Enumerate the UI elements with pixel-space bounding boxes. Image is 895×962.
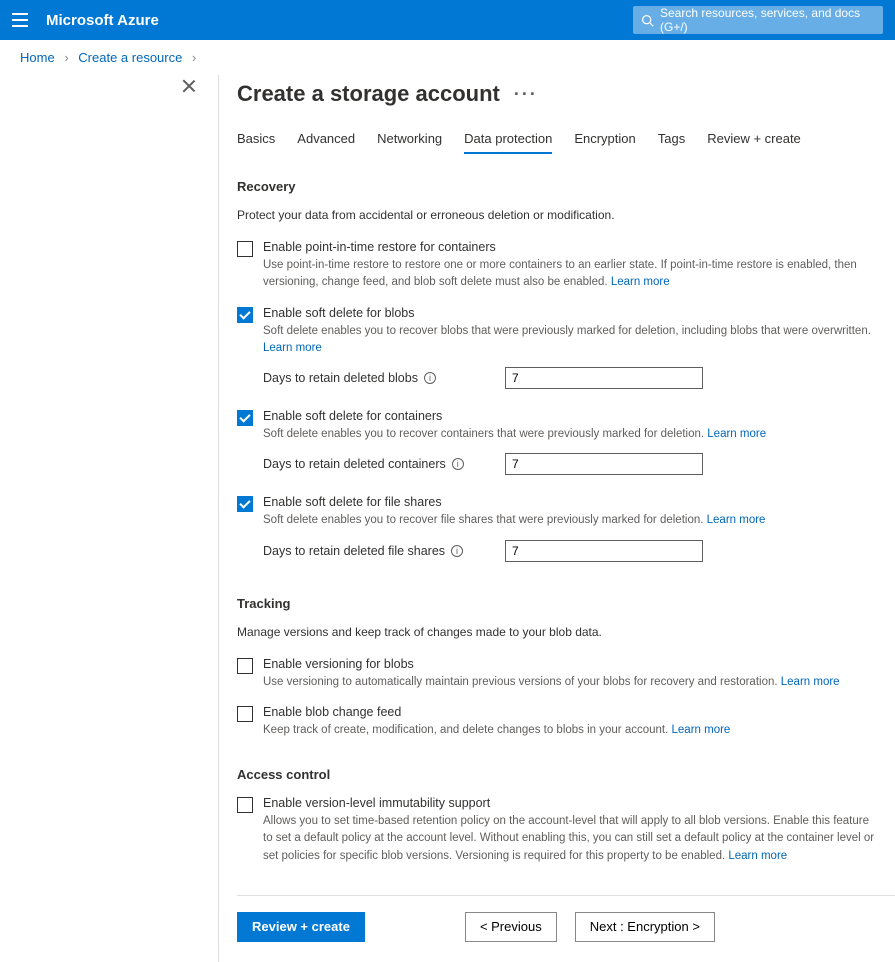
search-input[interactable]: Search resources, services, and docs (G+… (633, 6, 883, 34)
previous-button[interactable]: < Previous (465, 912, 557, 942)
menu-icon[interactable] (12, 13, 28, 27)
blade: Create a storage account ··· Basics Adva… (218, 75, 895, 962)
chevron-right-icon: › (64, 50, 68, 65)
tabs: Basics Advanced Networking Data protecti… (237, 125, 895, 155)
search-icon (641, 14, 654, 27)
section-heading-recovery: Recovery (237, 179, 895, 194)
section-intro-recovery: Protect your data from accidental or err… (237, 208, 895, 222)
option-desc: Soft delete enables you to recover file … (263, 512, 875, 529)
option-desc: Allows you to set time-based retention p… (263, 813, 875, 865)
section-intro-tracking: Manage versions and keep track of change… (237, 625, 895, 639)
option-desc: Soft delete enables you to recover conta… (263, 426, 875, 443)
option-title: Enable soft delete for file shares (263, 495, 875, 509)
checkbox-soft-delete-fileshares[interactable] (237, 496, 253, 512)
option-immutability: Enable version-level immutability suppor… (237, 796, 895, 865)
more-icon[interactable]: ··· (514, 84, 538, 105)
checkbox-soft-delete-blobs[interactable] (237, 307, 253, 323)
checkbox-immutability[interactable] (237, 797, 253, 813)
top-bar: Microsoft Azure Search resources, servic… (0, 0, 895, 40)
section-heading-access: Access control (237, 767, 895, 782)
checkbox-pitr[interactable] (237, 241, 253, 257)
chevron-right-icon: › (192, 50, 196, 65)
field-label: Days to retain deleted file shares (263, 544, 445, 558)
info-icon[interactable]: i (451, 545, 463, 557)
review-create-button[interactable]: Review + create (237, 912, 365, 942)
search-placeholder: Search resources, services, and docs (G+… (660, 6, 875, 34)
option-soft-delete-fileshares: Enable soft delete for file shares Soft … (237, 495, 895, 567)
field-label: Days to retain deleted containers (263, 457, 446, 471)
option-title: Enable version-level immutability suppor… (263, 796, 875, 810)
option-soft-delete-containers: Enable soft delete for containers Soft d… (237, 409, 895, 481)
learn-more-link[interactable]: Learn more (707, 514, 766, 526)
tab-networking[interactable]: Networking (377, 125, 442, 154)
days-retain-blobs-input[interactable] (505, 367, 703, 389)
option-versioning: Enable versioning for blobs Use versioni… (237, 657, 895, 691)
info-icon[interactable]: i (424, 372, 436, 384)
info-icon[interactable]: i (452, 458, 464, 470)
tab-review-create[interactable]: Review + create (707, 125, 801, 154)
learn-more-link[interactable]: Learn more (728, 850, 787, 862)
checkbox-versioning[interactable] (237, 658, 253, 674)
tab-data-protection[interactable]: Data protection (464, 125, 552, 154)
brand: Microsoft Azure (46, 12, 159, 29)
breadcrumb-item-home[interactable]: Home (20, 50, 55, 65)
learn-more-link[interactable]: Learn more (781, 676, 840, 688)
section-heading-tracking: Tracking (237, 596, 895, 611)
footer-bar: Review + create < Previous Next : Encryp… (237, 895, 895, 942)
option-title: Enable blob change feed (263, 705, 875, 719)
option-desc: Use versioning to automatically maintain… (263, 674, 875, 691)
next-button[interactable]: Next : Encryption > (575, 912, 715, 942)
days-retain-fileshares-input[interactable] (505, 540, 703, 562)
learn-more-link[interactable]: Learn more (611, 276, 670, 288)
breadcrumb: Home › Create a resource › (0, 40, 895, 75)
learn-more-link[interactable]: Learn more (263, 342, 322, 354)
days-retain-containers-input[interactable] (505, 453, 703, 475)
option-pitr: Enable point-in-time restore for contain… (237, 240, 895, 292)
option-title: Enable versioning for blobs (263, 657, 875, 671)
tab-advanced[interactable]: Advanced (297, 125, 355, 154)
tab-encryption[interactable]: Encryption (574, 125, 635, 154)
option-title: Enable soft delete for blobs (263, 306, 875, 320)
close-icon[interactable] (182, 79, 196, 93)
learn-more-link[interactable]: Learn more (672, 724, 731, 736)
option-title: Enable soft delete for containers (263, 409, 875, 423)
page-title: Create a storage account (237, 81, 500, 107)
tab-tags[interactable]: Tags (658, 125, 685, 154)
option-desc: Soft delete enables you to recover blobs… (263, 323, 875, 358)
tab-basics[interactable]: Basics (237, 125, 275, 154)
option-change-feed: Enable blob change feed Keep track of cr… (237, 705, 895, 739)
checkbox-soft-delete-containers[interactable] (237, 410, 253, 426)
field-label: Days to retain deleted blobs (263, 371, 418, 385)
option-desc: Keep track of create, modification, and … (263, 722, 875, 739)
option-title: Enable point-in-time restore for contain… (263, 240, 875, 254)
breadcrumb-item-create-resource[interactable]: Create a resource (78, 50, 182, 65)
option-soft-delete-blobs: Enable soft delete for blobs Soft delete… (237, 306, 895, 396)
learn-more-link[interactable]: Learn more (707, 428, 766, 440)
option-desc: Use point-in-time restore to restore one… (263, 257, 875, 292)
checkbox-change-feed[interactable] (237, 706, 253, 722)
